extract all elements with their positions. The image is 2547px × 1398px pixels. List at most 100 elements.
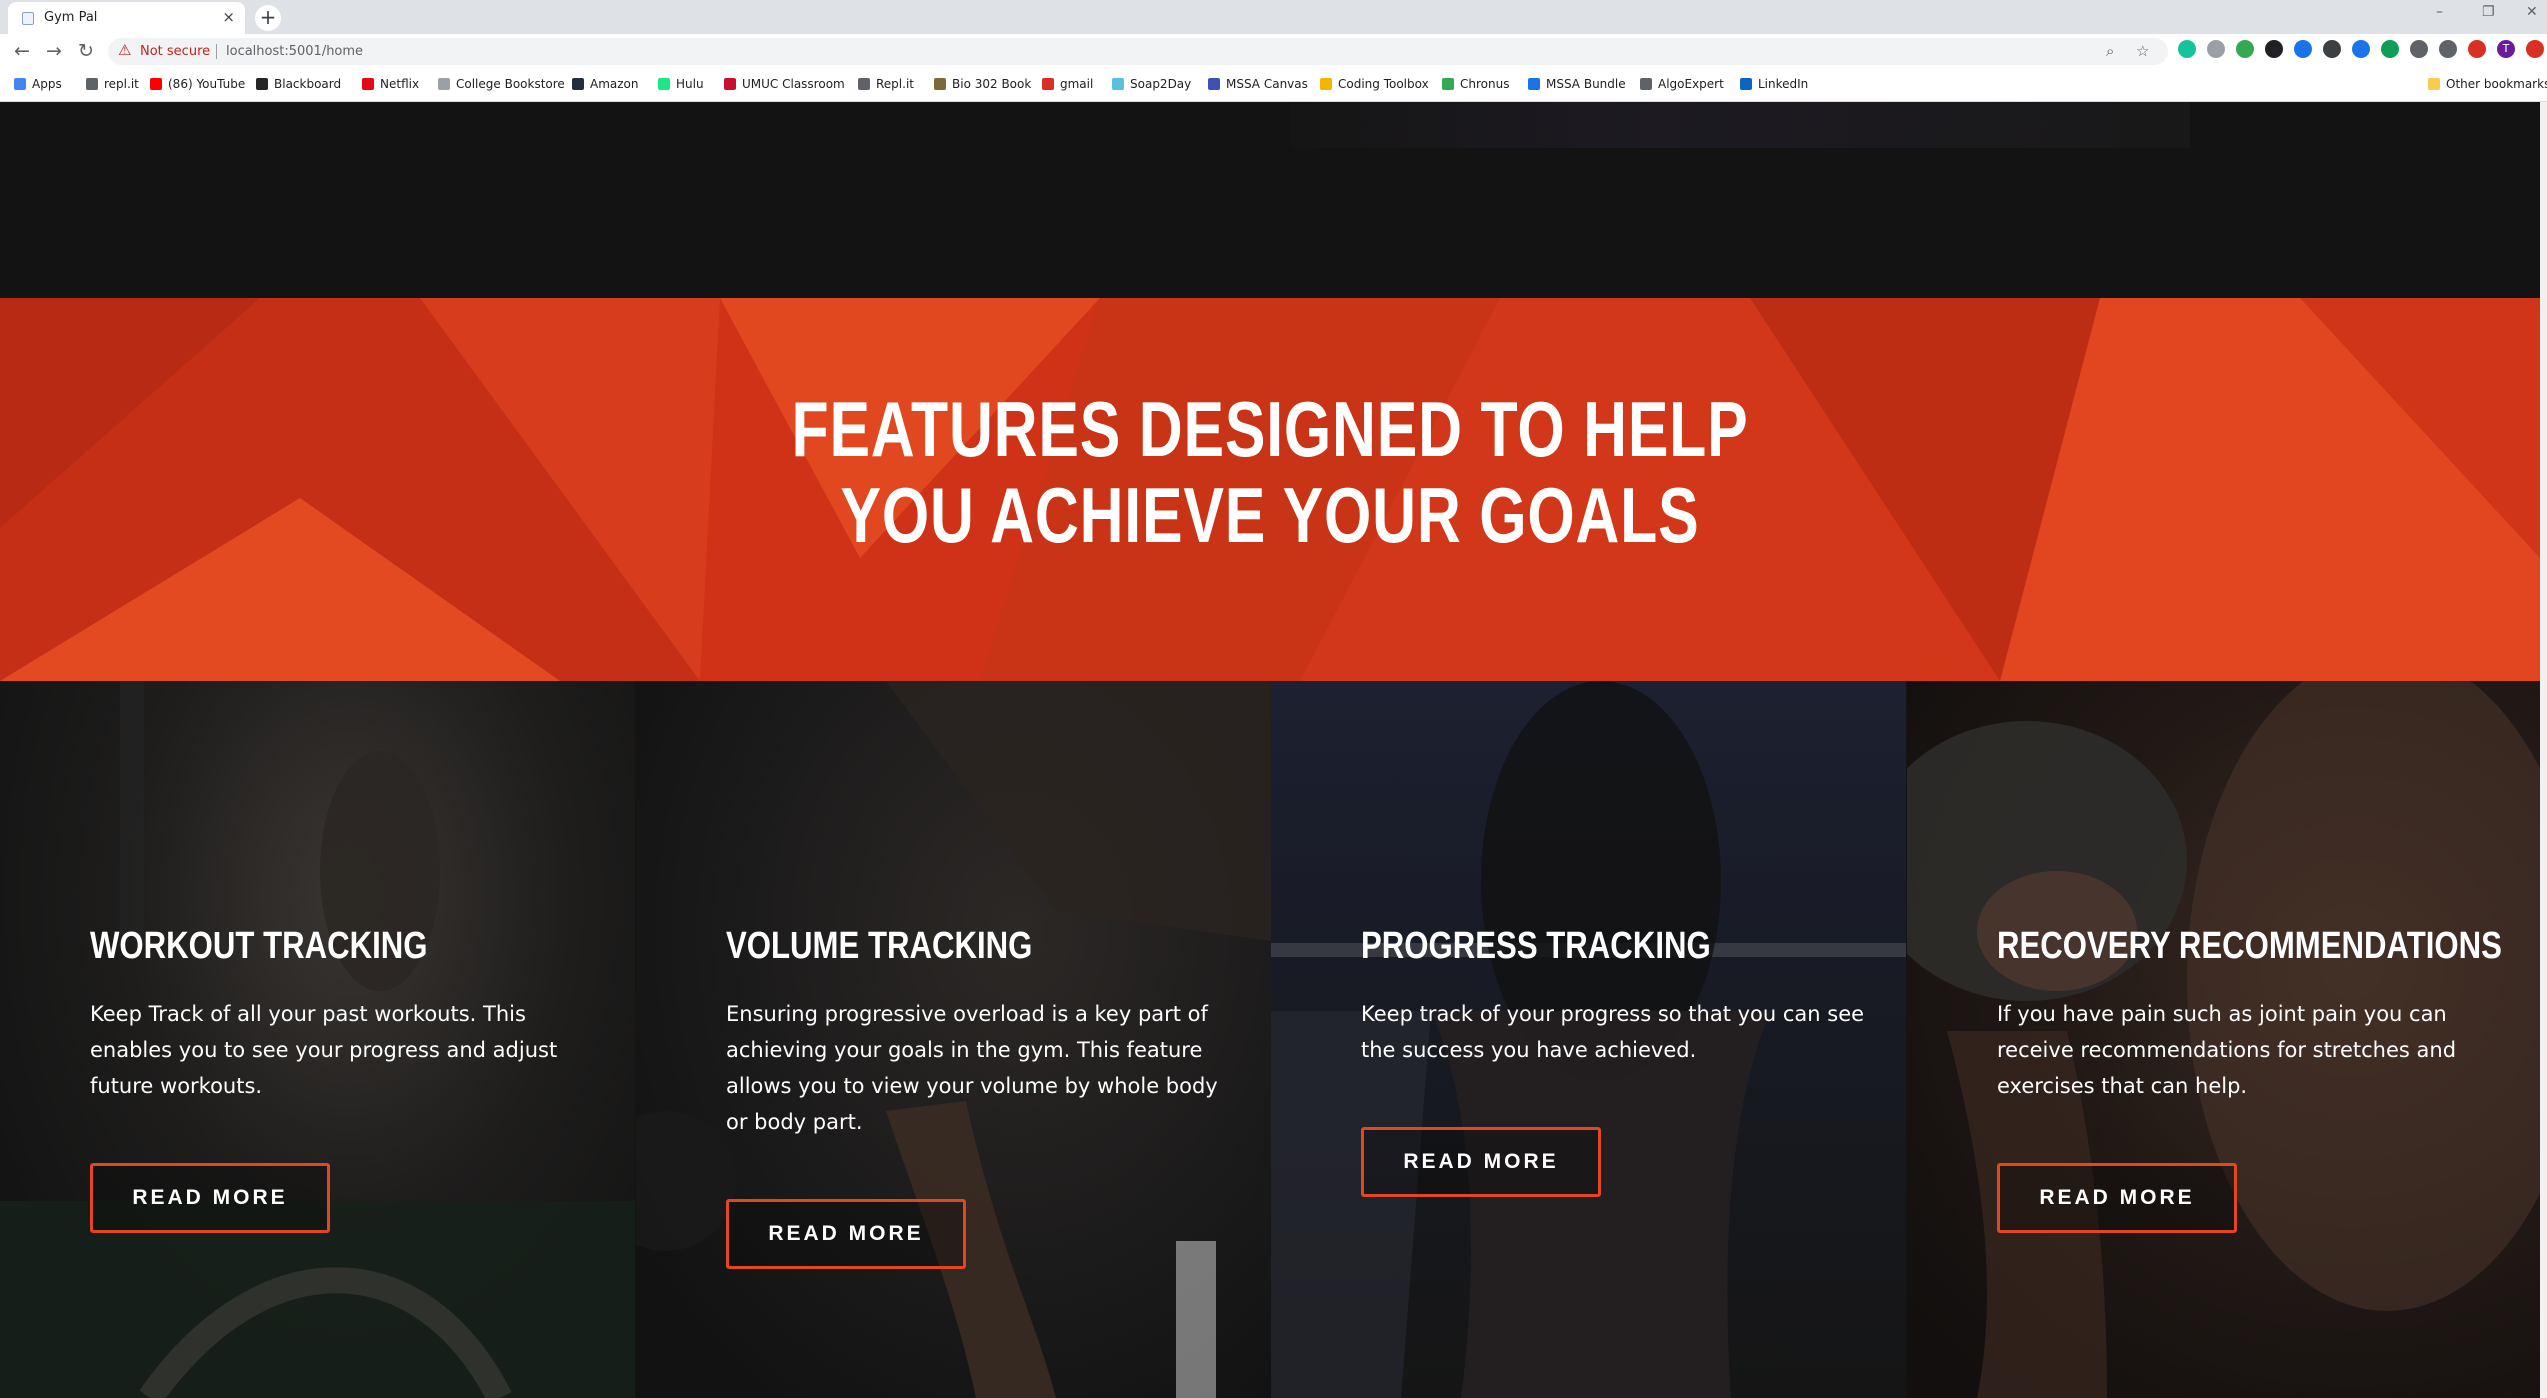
bookmark-algoexpert[interactable]: AlgoExpert: [1640, 77, 1724, 91]
bookmark-label: Bio 302 Book: [952, 77, 1032, 91]
extension-gray-icon[interactable]: [2207, 40, 2225, 58]
bookmark-coding-toolbox[interactable]: Coding Toolbox: [1320, 77, 1429, 91]
bookmark-favicon-icon: [1208, 78, 1220, 90]
bookmark-label: Other bookmarks: [2446, 77, 2547, 91]
bookmark-favicon-icon: [256, 78, 268, 90]
bookmark-favicon-icon: [1320, 78, 1332, 90]
feature-cards: WORKOUT TRACKING Keep Track of all your …: [0, 681, 2542, 1398]
close-window-button[interactable]: ✕: [2526, 4, 2538, 20]
account-icon[interactable]: [2352, 40, 2370, 58]
bookmark-label: Coding Toolbox: [1338, 77, 1429, 91]
warning-icon[interactable]: ⚠: [118, 41, 131, 59]
puzzle-icon[interactable]: [2410, 40, 2428, 58]
bookmark-label: MSSA Bundle: [1546, 77, 1626, 91]
bookmark-netflix[interactable]: Netflix: [362, 77, 419, 91]
bookmark-hulu[interactable]: Hulu: [658, 77, 704, 91]
bookmark-repl-it[interactable]: repl.it: [86, 77, 139, 91]
page-scrollbar[interactable]: [2540, 102, 2547, 1398]
bookmark-favicon-icon: [1740, 78, 1752, 90]
bookmark-other-bookmarks[interactable]: Other bookmarks: [2428, 77, 2547, 91]
browser-tab[interactable]: Gym Pal ×: [8, 2, 245, 34]
bookmark-bio-302-book[interactable]: Bio 302 Book: [934, 77, 1031, 91]
previous-section: [0, 102, 2540, 298]
forward-button[interactable]: →: [42, 39, 66, 63]
bookmark-mssa-bundle[interactable]: MSSA Bundle: [1528, 77, 1626, 91]
bookmark-label: repl.it: [104, 77, 139, 91]
play-icon[interactable]: [2294, 40, 2312, 58]
read-more-button[interactable]: READ MORE: [90, 1163, 330, 1233]
bookmark-amazon[interactable]: Amazon: [572, 77, 639, 91]
new-tab-button[interactable]: +: [255, 5, 281, 31]
reload-button[interactable]: ↻: [74, 39, 98, 63]
zoom-icon[interactable]: ⌕: [2106, 42, 2114, 60]
bookmark-favicon-icon: [858, 78, 870, 90]
bookmark-college-bookstore[interactable]: College Bookstore: [438, 77, 565, 91]
bookmark-favicon-icon: [1442, 78, 1454, 90]
feature-title: RECOVERY RECOMMENDATIONS: [1997, 925, 2502, 967]
extension-dark-icon[interactable]: [2265, 40, 2283, 58]
profile-icon[interactable]: T: [2497, 40, 2515, 58]
bookmark-label: LinkedIn: [1758, 77, 1809, 91]
bookmark-blackboard[interactable]: Blackboard: [256, 77, 341, 91]
bookmark-favicon-icon: [1528, 78, 1540, 90]
bookmark-mssa-canvas[interactable]: MSSA Canvas: [1208, 77, 1308, 91]
bookmarks-bar: Apps repl.it (86) YouTube Blackboard Netflix…: [0, 68, 2547, 102]
read-more-button[interactable]: READ MORE: [1997, 1163, 2237, 1233]
heading-line-2: YOU ACHIEVE YOUR GOALS: [840, 471, 1700, 559]
bookmark-label: gmail: [1060, 77, 1094, 91]
browser-tab-strip: Gym Pal × + – ❐ ✕: [0, 0, 2547, 34]
grammarly-icon[interactable]: [2178, 40, 2196, 58]
bookmark-label: College Bookstore: [456, 77, 565, 91]
bookmark-chronus[interactable]: Chronus: [1442, 77, 1509, 91]
bookmark-label: Apps: [32, 77, 62, 91]
tab-close-icon[interactable]: ×: [222, 8, 235, 26]
restore-button[interactable]: ❐: [2482, 4, 2495, 20]
bookmark-favicon-icon: [14, 78, 26, 90]
bookmark-86-youtube[interactable]: (86) YouTube: [150, 77, 245, 91]
feature-card-recovery: RECOVERY RECOMMENDATIONS If you have pai…: [1907, 681, 2542, 1398]
bookmark-linkedin[interactable]: LinkedIn: [1740, 77, 1808, 91]
bookmark-label: Hulu: [676, 77, 704, 91]
bookmark-favicon-icon: [2428, 78, 2440, 90]
playlist-icon[interactable]: [2439, 40, 2457, 58]
flag-icon[interactable]: [2468, 40, 2486, 58]
section-heading: FEATURES DESIGNED TO HELP YOU ACHIEVE YO…: [279, 386, 2260, 558]
extension-circle-icon[interactable]: [2381, 40, 2399, 58]
extension-green-icon[interactable]: [2236, 40, 2254, 58]
bookmark-favicon-icon: [362, 78, 374, 90]
bookmark-gmail[interactable]: gmail: [1042, 77, 1093, 91]
bookmark-favicon-icon: [1112, 78, 1124, 90]
address-divider: [216, 44, 217, 59]
extension-chat-icon[interactable]: [2323, 40, 2341, 58]
feature-description: Keep track of your progress so that you …: [1361, 1002, 1865, 1062]
bookmark-star-icon[interactable]: ☆: [2136, 42, 2149, 60]
features-heading-banner: FEATURES DESIGNED TO HELP YOU ACHIEVE YO…: [0, 298, 2540, 681]
feature-title: VOLUME TRACKING: [726, 925, 1033, 967]
bookmark-favicon-icon: [572, 78, 584, 90]
bookmark-label: AlgoExpert: [1658, 77, 1724, 91]
bookmark-favicon-icon: [724, 78, 736, 90]
url-text[interactable]: localhost:5001/home: [226, 44, 363, 59]
bookmark-favicon-icon: [150, 78, 162, 90]
feature-description: If you have pain such as joint pain you …: [1997, 1002, 2457, 1098]
security-label[interactable]: Not secure: [140, 44, 210, 59]
bookmark-label: Chronus: [1460, 77, 1510, 91]
minimize-button[interactable]: –: [2436, 4, 2443, 20]
bookmark-favicon-icon: [1640, 78, 1652, 90]
bookmark-repl-it[interactable]: Repl.it: [858, 77, 914, 91]
feature-card-progress: PROGRESS TRACKING Keep track of your pro…: [1271, 681, 1906, 1398]
bookmark-umuc-classroom[interactable]: UMUC Classroom: [724, 77, 845, 91]
bookmark-favicon-icon: [658, 78, 670, 90]
back-button[interactable]: ←: [10, 39, 34, 63]
bookmark-favicon-icon: [1042, 78, 1054, 90]
bookmark-label: Soap2Day: [1130, 77, 1192, 91]
read-more-button[interactable]: READ MORE: [726, 1199, 966, 1269]
bookmark-apps[interactable]: Apps: [14, 77, 62, 91]
bookmark-label: Amazon: [590, 77, 639, 91]
update-icon[interactable]: [2526, 40, 2544, 58]
read-more-button[interactable]: READ MORE: [1361, 1127, 1601, 1197]
heading-line-1: FEATURES DESIGNED TO HELP: [791, 385, 1749, 473]
address-bar[interactable]: ⚠ Not secure localhost:5001/home ⌕ ☆: [108, 38, 2168, 65]
bookmark-soap2day[interactable]: Soap2Day: [1112, 77, 1191, 91]
page-favicon-icon: [22, 12, 34, 25]
